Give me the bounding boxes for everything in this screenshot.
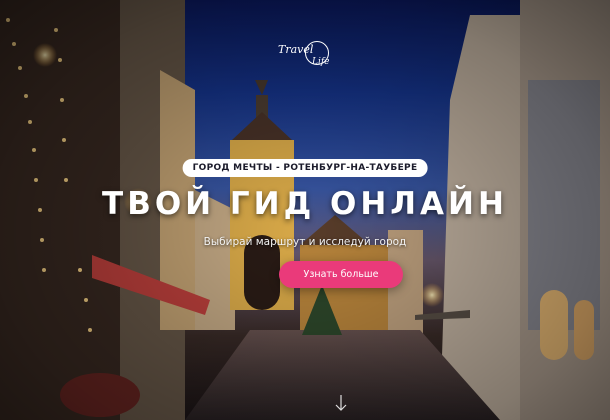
logo-word-travel: Travel bbox=[278, 43, 314, 56]
hero-subtitle: Выбирай маршрут и исследуй город bbox=[203, 236, 407, 248]
city-badge: ГОРОД МЕЧТЫ - РОТЕНБУРГ-НА-ТАУБЕРЕ bbox=[182, 159, 428, 177]
hero-title: ТВОЙ ГИД ОНЛАЙН bbox=[102, 186, 508, 222]
learn-more-button[interactable]: Узнать больше bbox=[279, 261, 403, 288]
site-logo[interactable]: Travel Life bbox=[275, 38, 335, 76]
arrow-down-icon[interactable] bbox=[334, 393, 348, 413]
hero-section: Travel Life ГОРОД МЕЧТЫ - РОТЕНБУРГ-НА-Т… bbox=[0, 0, 610, 420]
logo-word-life: Life bbox=[312, 57, 330, 67]
